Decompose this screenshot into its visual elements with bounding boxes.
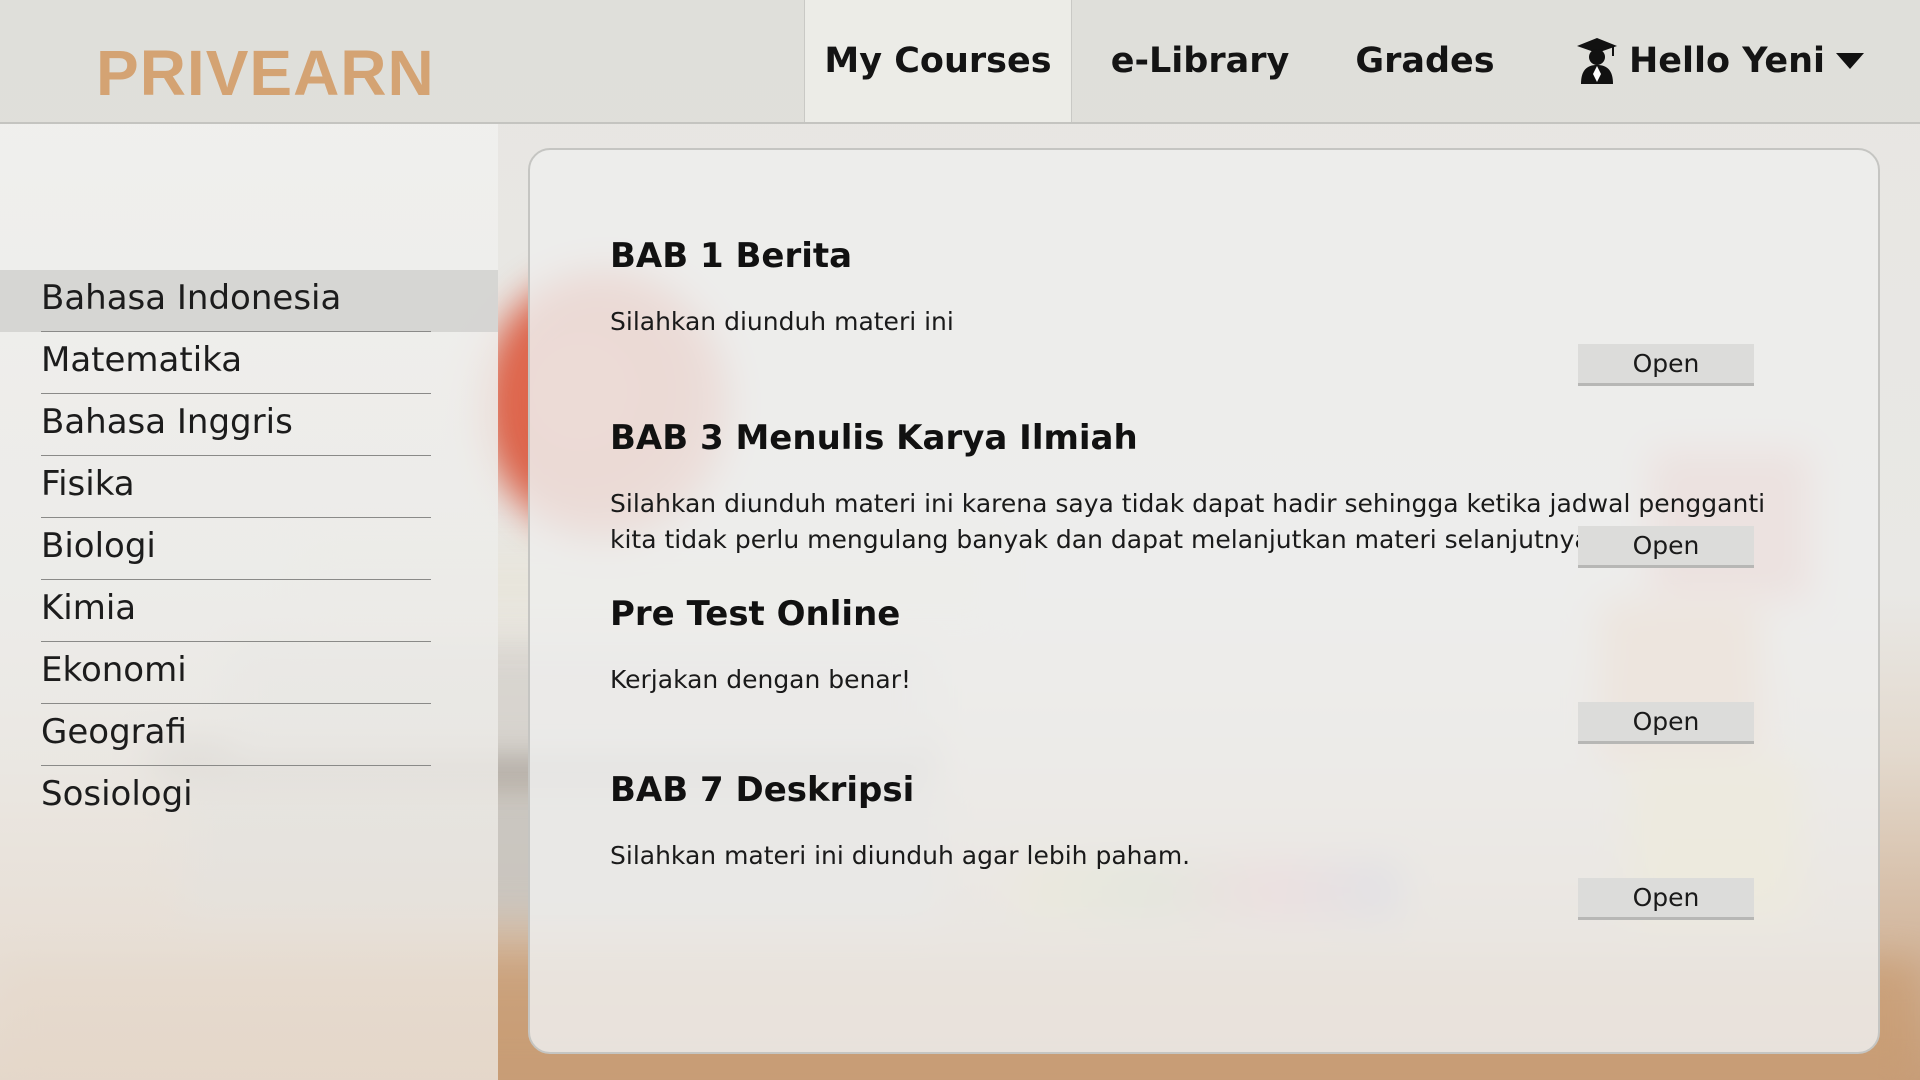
open-button[interactable]: Open	[1578, 526, 1754, 568]
sidebar-item-kimia[interactable]: Kimia	[0, 580, 498, 642]
nav-grades[interactable]: Grades	[1320, 0, 1530, 122]
sidebar-item-sosiologi[interactable]: Sosiologi	[0, 766, 498, 828]
user-greeting: Hello Yeni	[1629, 41, 1826, 81]
user-menu[interactable]: Hello Yeni	[1575, 0, 1865, 122]
sidebar-item-label: Bahasa Indonesia	[41, 278, 342, 318]
sidebar-item-label: Biologi	[41, 526, 156, 566]
material-description: Silahkan diunduh materi ini	[610, 307, 954, 336]
top-header: PRIVEARN My Courses e-Library Grades Hel…	[0, 0, 1920, 124]
sidebar-item-matematika[interactable]: Matematika	[0, 332, 498, 394]
materials-panel: BAB 1 Berita Silahkan diunduh materi ini…	[528, 148, 1880, 1054]
caret-down-icon[interactable]	[1835, 51, 1865, 71]
sidebar-item-geografi[interactable]: Geografi	[0, 704, 498, 766]
sidebar-item-biologi[interactable]: Biologi	[0, 518, 498, 580]
sidebar-item-label: Geografi	[41, 712, 187, 752]
nav-my-courses[interactable]: My Courses	[804, 0, 1072, 122]
open-button[interactable]: Open	[1578, 702, 1754, 744]
material-title: BAB 7 Deskripsi	[610, 770, 915, 810]
sidebar-item-label: Bahasa Inggris	[41, 402, 293, 442]
material-title: BAB 1 Berita	[610, 236, 853, 276]
sidebar-item-bahasa-inggris[interactable]: Bahasa Inggris	[0, 394, 498, 456]
sidebar-item-label: Kimia	[41, 588, 137, 628]
material-title: Pre Test Online	[610, 594, 901, 634]
sidebar-item-label: Ekonomi	[41, 650, 187, 690]
open-button[interactable]: Open	[1578, 878, 1754, 920]
sidebar-item-label: Matematika	[41, 340, 243, 380]
sidebar-item-label: Sosiologi	[41, 774, 193, 814]
student-graduate-icon	[1577, 38, 1617, 84]
brand-logo[interactable]: PRIVEARN	[96, 36, 435, 110]
sidebar-item-label: Fisika	[41, 464, 135, 504]
material-description: Silahkan materi ini diunduh agar lebih p…	[610, 841, 1191, 870]
open-button[interactable]: Open	[1578, 344, 1754, 386]
sidebar-item-fisika[interactable]: Fisika	[0, 456, 498, 518]
sidebar-item-ekonomi[interactable]: Ekonomi	[0, 642, 498, 704]
sidebar-item-bahasa-indonesia[interactable]: Bahasa Indonesia	[0, 270, 498, 332]
material-description: Kerjakan dengan benar!	[610, 665, 912, 694]
nav-e-library[interactable]: e-Library	[1090, 0, 1310, 122]
course-sidebar: Bahasa Indonesia Matematika Bahasa Inggr…	[0, 124, 498, 1080]
material-title: BAB 3 Menulis Karya Ilmiah	[610, 418, 1138, 458]
